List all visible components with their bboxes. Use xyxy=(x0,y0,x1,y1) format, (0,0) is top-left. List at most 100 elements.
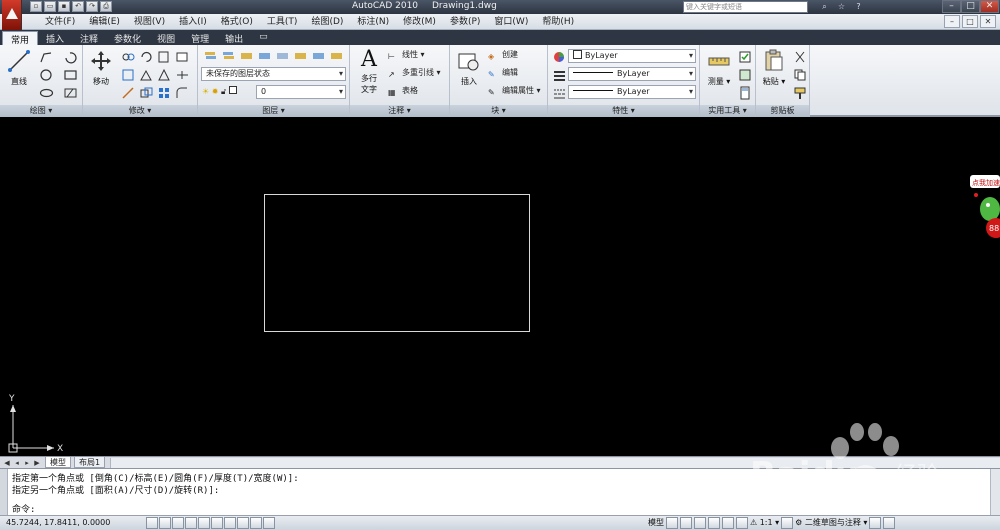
linetype-dropdown[interactable]: ByLayer xyxy=(568,67,696,81)
undo-icon[interactable]: ↶ xyxy=(72,1,84,12)
layer-match-icon[interactable] xyxy=(310,48,325,62)
tab-parametric[interactable]: 参数化 xyxy=(106,31,149,45)
speedup-badge[interactable]: 点我加速 88 xyxy=(966,175,1000,243)
new-icon[interactable]: ▫ xyxy=(30,1,42,12)
maximize-button[interactable]: □ xyxy=(961,0,980,13)
color-dropdown[interactable]: ByLayer xyxy=(568,49,696,63)
menu-help[interactable]: 帮助(H) xyxy=(535,16,581,28)
model-space-button[interactable]: 模型 xyxy=(648,517,664,529)
layer-properties-icon[interactable] xyxy=(202,48,217,62)
coordinates-readout[interactable]: 45.7244, 17.8411, 0.0000 xyxy=(6,518,110,527)
fillet-icon[interactable] xyxy=(138,67,153,81)
offset-icon[interactable] xyxy=(174,67,189,81)
command-prompt[interactable]: 命令: xyxy=(12,502,35,515)
binoculars-icon[interactable]: ⌕ xyxy=(818,1,831,12)
ortho-icon[interactable] xyxy=(172,517,184,529)
arc-icon[interactable] xyxy=(38,85,54,99)
snap-icon[interactable] xyxy=(146,517,158,529)
menu-dimension[interactable]: 标注(N) xyxy=(350,16,396,28)
doc-close-button[interactable]: ✕ xyxy=(980,15,996,28)
copy-object-icon[interactable] xyxy=(120,49,135,63)
panel-properties-title[interactable]: 特性 ▾ xyxy=(548,105,699,117)
hatch-icon[interactable] xyxy=(62,85,77,99)
prev-tab-arrow-icon[interactable]: ◂ xyxy=(12,458,22,468)
rotate-icon[interactable] xyxy=(138,49,153,63)
menu-tools[interactable]: 工具(T) xyxy=(260,16,305,28)
tab-home[interactable]: 常用 xyxy=(2,31,39,46)
menu-window[interactable]: 窗口(W) xyxy=(487,16,535,28)
color-swatch-icon[interactable] xyxy=(228,86,237,94)
menu-file[interactable]: 文件(F) xyxy=(38,16,82,28)
doc-minimize-button[interactable]: – xyxy=(944,15,960,28)
line-button[interactable]: 直线 xyxy=(5,48,33,87)
menu-format[interactable]: 格式(O) xyxy=(214,16,260,28)
rectangle-icon[interactable] xyxy=(62,67,77,81)
workspace-dropdown[interactable]: ⚙ 二维草图与注释 ▾ xyxy=(795,517,867,529)
explode-icon[interactable] xyxy=(156,67,171,81)
ribbon-minimize-icon[interactable]: ▭ xyxy=(251,31,276,45)
menu-edit[interactable]: 编辑(E) xyxy=(82,16,127,28)
panel-modify-title[interactable]: 修改 ▾ xyxy=(83,105,197,117)
panel-draw-title[interactable]: 绘图 ▾ xyxy=(0,105,82,117)
tab-insert[interactable]: 插入 xyxy=(38,31,72,45)
lineweight-toggle-icon[interactable] xyxy=(250,517,262,529)
star-icon[interactable]: ☆ xyxy=(835,1,848,12)
trim-icon[interactable] xyxy=(156,49,171,63)
zoom-icon[interactable] xyxy=(708,517,720,529)
lightbulb-icon[interactable]: ☀ xyxy=(202,87,209,96)
edit-block-button[interactable]: ✎ 编辑 xyxy=(488,66,518,80)
menu-insert[interactable]: 插入(I) xyxy=(172,16,214,28)
panel-annotation-title[interactable]: 注释 ▾ xyxy=(350,105,449,117)
last-tab-arrow-icon[interactable]: ▶ xyxy=(32,458,42,468)
clean-screen-icon[interactable] xyxy=(883,517,896,529)
select-all-icon[interactable] xyxy=(737,67,752,81)
annotation-visibility-icon[interactable] xyxy=(781,517,794,529)
layout-view-icon[interactable] xyxy=(666,517,678,529)
quick-view-icon[interactable] xyxy=(680,517,692,529)
otrack-icon[interactable] xyxy=(211,517,223,529)
circle-icon[interactable] xyxy=(38,67,53,81)
tab-annotate[interactable]: 注释 xyxy=(72,31,106,45)
command-window-handle[interactable] xyxy=(0,469,8,516)
drawing-canvas[interactable]: Y X 点我加速 88 xyxy=(0,119,1000,456)
command-scrollbar[interactable] xyxy=(990,469,1000,516)
annotation-scale-dropdown[interactable]: ⚠ 1:1 ▾ xyxy=(750,517,779,529)
plot-icon[interactable]: ⎙ xyxy=(100,1,112,12)
close-button[interactable]: ✕ xyxy=(980,0,999,13)
insert-block-button[interactable]: 插入 xyxy=(453,48,485,87)
lineweight-icon[interactable] xyxy=(551,85,566,99)
layer-freeze-icon[interactable] xyxy=(274,48,289,62)
sun-icon[interactable]: ✹ xyxy=(212,87,219,96)
help-icon[interactable]: ? xyxy=(852,1,865,12)
grid-icon[interactable] xyxy=(159,517,171,529)
move-button[interactable]: 移动 xyxy=(87,48,115,87)
multileader-button[interactable]: ↗ 多重引线 ▾ xyxy=(388,66,441,80)
mirror-icon[interactable] xyxy=(120,67,135,81)
table-button[interactable]: ▦ 表格 xyxy=(388,84,418,98)
create-block-button[interactable]: ◈ 创建 xyxy=(488,48,518,62)
lock-icon[interactable] xyxy=(869,517,882,529)
tab-layout1[interactable]: 布局1 xyxy=(74,457,106,468)
minimize-button[interactable]: – xyxy=(942,0,961,13)
panel-utilities-title[interactable]: 实用工具 ▾ xyxy=(700,105,755,117)
chamfer-icon[interactable] xyxy=(174,85,189,99)
menu-modify[interactable]: 修改(M) xyxy=(396,16,443,28)
menu-draw[interactable]: 绘图(D) xyxy=(304,16,350,28)
showmotion-icon[interactable] xyxy=(736,517,748,529)
menu-parametric[interactable]: 参数(P) xyxy=(443,16,487,28)
autocad-logo-icon[interactable] xyxy=(2,0,22,30)
tab-manage[interactable]: 管理 xyxy=(183,31,217,45)
pan-icon[interactable] xyxy=(694,517,706,529)
quick-select-icon[interactable] xyxy=(737,49,752,63)
menu-view[interactable]: 视图(V) xyxy=(127,16,172,28)
drawn-rectangle[interactable] xyxy=(264,194,530,332)
stretch-icon[interactable] xyxy=(120,85,135,99)
open-icon[interactable]: ▭ xyxy=(44,1,56,12)
tab-view[interactable]: 视图 xyxy=(149,31,183,45)
copy-icon[interactable] xyxy=(792,67,807,81)
save-icon[interactable]: ▪ xyxy=(58,1,70,12)
unlock-icon[interactable]: 🔓︎ xyxy=(221,87,226,96)
scale-icon[interactable] xyxy=(138,85,153,99)
layer-lock-icon[interactable] xyxy=(292,48,307,62)
layer-iso-icon[interactable] xyxy=(238,48,253,62)
